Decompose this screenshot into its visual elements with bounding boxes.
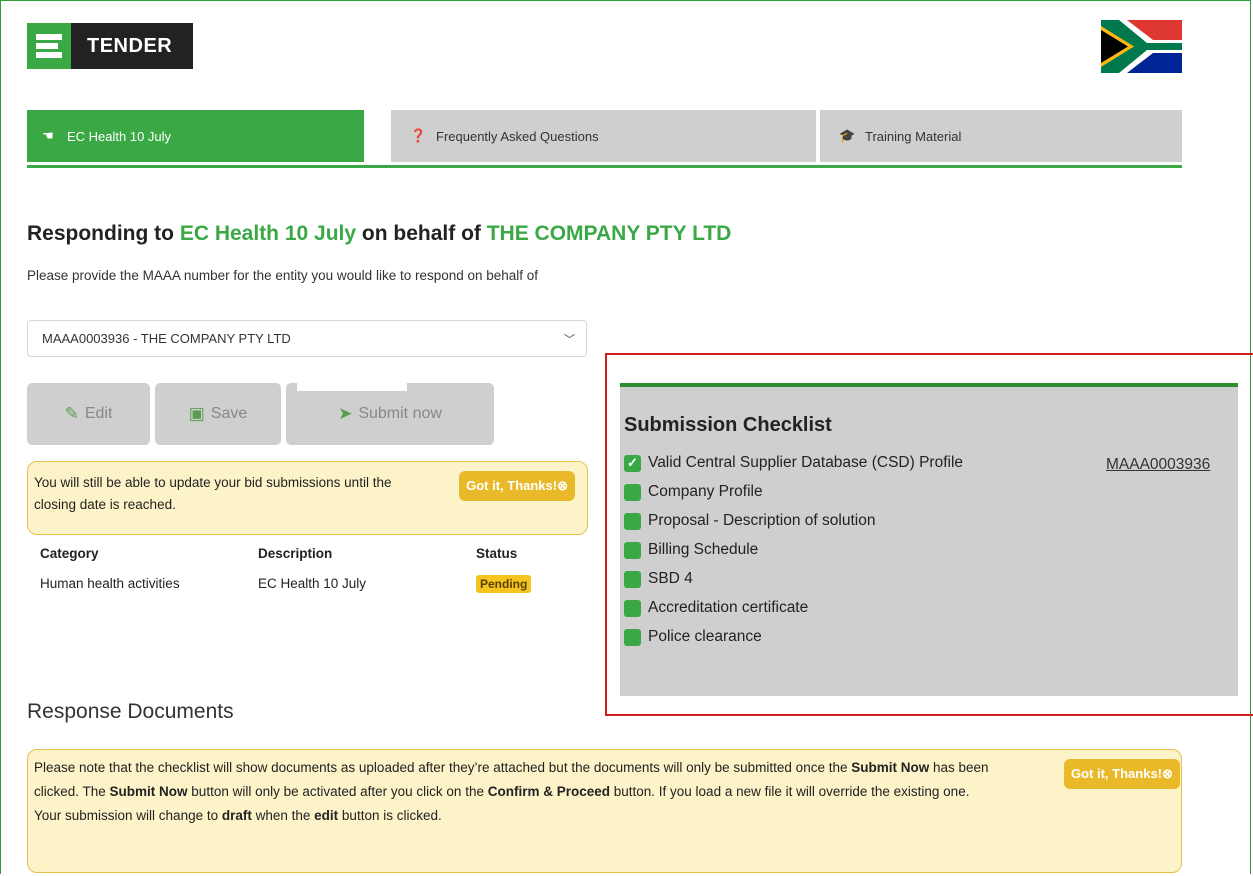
checklist-item: Billing Schedule bbox=[624, 538, 758, 562]
notice-text: Please note that the checklist will show… bbox=[34, 760, 989, 823]
logo-mark-icon bbox=[27, 23, 71, 69]
update-notice: You will still be able to update your bi… bbox=[27, 461, 588, 535]
dismiss-button[interactable]: Got it, Thanks!⊗ bbox=[1064, 759, 1180, 789]
tab-bar: ☚ EC Health 10 July ❓ Frequently Asked Q… bbox=[27, 110, 1182, 168]
checklist-item: Accreditation certificate bbox=[624, 596, 808, 620]
graduation-cap-icon: 🎓 bbox=[839, 128, 856, 143]
checkbox-pending-icon bbox=[624, 628, 641, 646]
south-africa-flag-icon bbox=[1101, 20, 1182, 73]
edit-button[interactable]: ✎ Edit bbox=[27, 383, 150, 445]
entity-select[interactable]: MAAA0003936 - THE COMPANY PTY LTD ﹀ bbox=[27, 320, 587, 357]
logo-text: TENDER bbox=[87, 34, 173, 57]
tab-training-material[interactable]: 🎓 Training Material bbox=[820, 110, 1182, 162]
pencil-icon: ✎ bbox=[64, 404, 79, 423]
checklist-item: Company Profile bbox=[624, 480, 763, 504]
checkbox-pending-icon bbox=[624, 512, 641, 530]
checkbox-pending-icon bbox=[624, 541, 641, 559]
intro-text: Please provide the MAAA number for the e… bbox=[27, 268, 539, 283]
hand-pointer-icon: ☚ bbox=[42, 128, 54, 143]
dismiss-button[interactable]: Got it, Thanks!⊗ bbox=[459, 471, 575, 501]
column-header: Category bbox=[40, 545, 99, 561]
checkbox-pending-icon bbox=[624, 599, 641, 617]
submit-now-button[interactable]: ➤ Submit now bbox=[286, 383, 494, 445]
category-table: Category Description Status Human health… bbox=[30, 538, 556, 598]
question-circle-icon: ❓ bbox=[410, 128, 427, 143]
response-documents-title: Response Documents bbox=[27, 700, 234, 723]
paper-plane-icon: ➤ bbox=[338, 404, 353, 423]
column-header: Status bbox=[476, 545, 518, 561]
tender-logo[interactable]: TENDER bbox=[27, 23, 193, 69]
checklist-item: Police clearance bbox=[624, 625, 762, 649]
floppy-disk-icon: ▣ bbox=[188, 404, 205, 423]
tab-faq[interactable]: ❓ Frequently Asked Questions bbox=[391, 110, 816, 162]
checklist-item: Proposal - Description of solution bbox=[624, 509, 875, 533]
checkbox-checked-icon: ✓ bbox=[624, 454, 641, 472]
tab-label: Frequently Asked Questions bbox=[436, 128, 599, 144]
table-row: Human health activities EC Health 10 Jul… bbox=[30, 568, 556, 598]
column-header: Description bbox=[258, 545, 333, 561]
tender-name: EC Health 10 July bbox=[179, 222, 357, 245]
tab-label: Training Material bbox=[865, 128, 962, 144]
checklist-title: Submission Checklist bbox=[624, 414, 832, 436]
page-title: Responding to EC Health 10 July on behal… bbox=[27, 222, 732, 245]
response-documents-notice: Please note that the checklist will show… bbox=[27, 749, 1182, 873]
update-notice-text: You will still be able to update your bi… bbox=[34, 475, 392, 512]
tab-underline bbox=[27, 165, 1182, 168]
entity-select-value: MAAA0003936 - THE COMPANY PTY LTD bbox=[42, 331, 291, 346]
submission-checklist: Submission Checklist ✓ Valid Central Sup… bbox=[620, 383, 1238, 696]
status-badge: Pending bbox=[476, 574, 532, 593]
checklist-item: SBD 4 bbox=[624, 567, 693, 591]
save-button[interactable]: ▣ Save bbox=[155, 383, 281, 445]
checklist-item: ✓ Valid Central Supplier Database (CSD) … bbox=[624, 451, 963, 475]
company-name: THE COMPANY PTY LTD bbox=[486, 222, 732, 245]
tab-ec-health[interactable]: ☚ EC Health 10 July bbox=[27, 110, 364, 162]
checkbox-pending-icon bbox=[624, 483, 641, 501]
chevron-down-icon: ﹀ bbox=[564, 334, 575, 346]
csd-profile-link[interactable]: MAAA0003936 bbox=[1106, 456, 1210, 474]
tab-label: EC Health 10 July bbox=[67, 128, 172, 144]
checkbox-pending-icon bbox=[624, 570, 641, 588]
